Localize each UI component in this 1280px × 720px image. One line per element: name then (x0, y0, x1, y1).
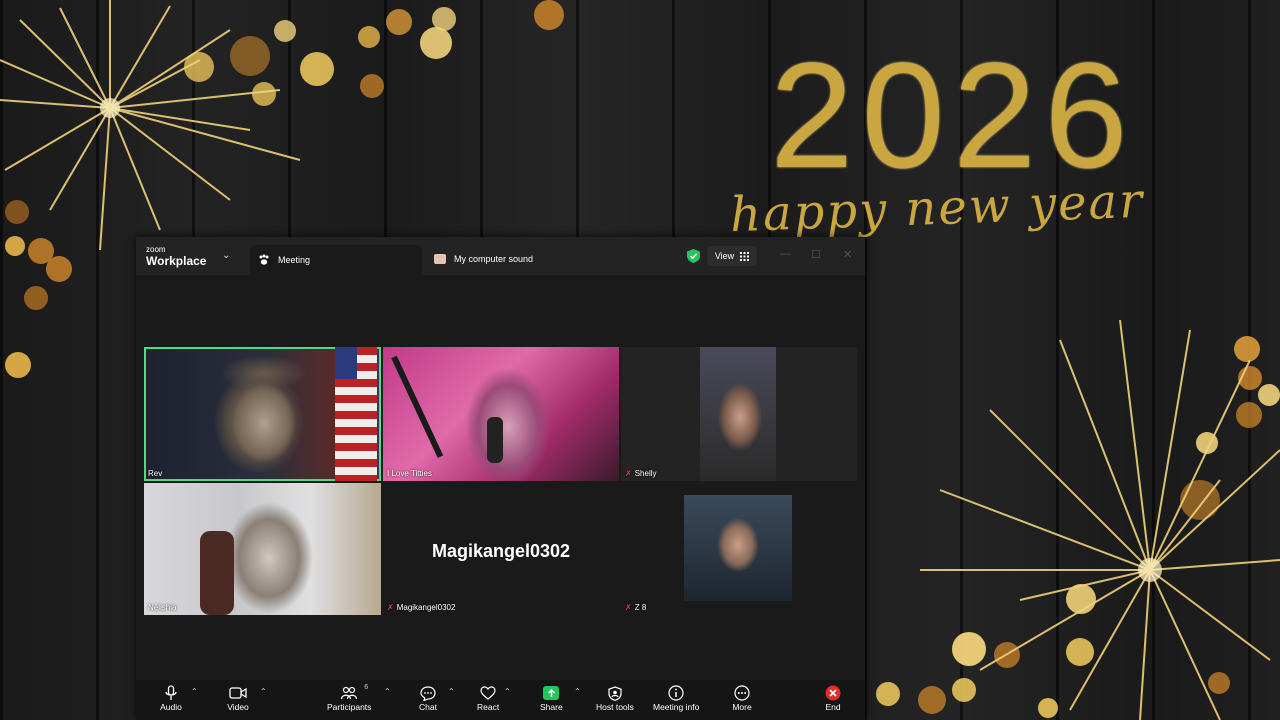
more-label: More (732, 702, 752, 712)
end-meeting-icon (825, 685, 841, 701)
firework-top-left (0, 0, 301, 251)
maximize-icon[interactable]: ☐ (811, 248, 821, 261)
host-shield-icon (608, 685, 622, 701)
tab-computer-sound[interactable]: My computer sound (434, 249, 533, 269)
tab-meeting-label: Meeting (278, 255, 311, 265)
close-icon[interactable]: ✕ (843, 248, 852, 261)
participant-name: ✗ Z 8 (625, 603, 647, 612)
paw-icon (259, 254, 269, 265)
share-button[interactable]: Share (540, 684, 563, 712)
mic-muted-icon: ✗ (387, 603, 394, 612)
z8-video-feed (684, 495, 792, 601)
video-tile-nelishia[interactable]: Nelishia (144, 483, 381, 615)
react-button[interactable]: React (477, 684, 499, 712)
video-camera-icon (229, 687, 247, 699)
title-bar: zoom Workplace ⌄ Meeting My computer sou… (136, 237, 865, 275)
share-label: Share (540, 702, 563, 712)
host-tools-button[interactable]: Host tools (596, 684, 634, 712)
participant-name: Nelishia (148, 603, 177, 612)
participant-name: Rev (148, 469, 163, 478)
video-button[interactable]: Video (227, 684, 249, 712)
chat-button[interactable]: Chat (417, 684, 439, 712)
tab-meeting[interactable]: Meeting (250, 245, 422, 275)
react-caret-icon[interactable]: ⌃ (504, 687, 511, 696)
share-caret-icon[interactable]: ⌃ (574, 687, 581, 696)
audio-button[interactable]: Audio (160, 684, 182, 712)
video-tile-z8[interactable]: ✗ Z 8 (621, 483, 857, 615)
host-tools-label: Host tools (596, 702, 634, 712)
tab-sound-label: My computer sound (454, 254, 534, 264)
brand-small: zoom (146, 245, 166, 254)
mic-muted-icon: ✗ (625, 603, 632, 612)
meeting-toolbar: Audio ⌃ Video ⌃ 6 Participants ⌃ Chat ⌃ … (136, 680, 865, 720)
video-label: Video (227, 702, 249, 712)
shield-check-icon[interactable] (687, 249, 700, 263)
info-icon (668, 685, 684, 701)
chevron-down-icon[interactable]: ⌄ (222, 250, 230, 261)
person-rev (214, 353, 314, 481)
audio-label: Audio (160, 702, 182, 712)
end-button[interactable]: End (822, 684, 844, 712)
firework-bottom-right (920, 319, 1280, 720)
participant-name: ✗ Shelly (625, 469, 657, 478)
react-label: React (477, 702, 500, 712)
participant-display-name: Magikangel0302 (431, 541, 571, 561)
grid-icon (740, 251, 750, 261)
meeting-info-button[interactable]: Meeting info (653, 684, 699, 712)
chair-decoration (200, 531, 234, 615)
participants-caret-icon[interactable]: ⌃ (384, 687, 391, 696)
zoom-window: zoom Workplace ⌄ Meeting My computer sou… (136, 237, 865, 720)
share-screen-icon (543, 686, 560, 700)
mic-muted-icon: ✗ (625, 469, 632, 478)
meeting-info-label: Meeting info (653, 702, 700, 712)
chat-icon (420, 685, 436, 701)
new-year-year: 2026 (770, 31, 1136, 199)
more-icon (734, 685, 750, 701)
video-tile-i-love-titties[interactable]: I Love Titties (383, 347, 619, 481)
minimize-icon[interactable]: — (780, 248, 791, 260)
view-button[interactable]: View (707, 246, 757, 266)
video-caret-icon[interactable]: ⌃ (260, 687, 267, 696)
shelly-video-feed (700, 347, 776, 481)
video-tile-shelly[interactable]: ✗ Shelly (621, 347, 857, 481)
microphone-icon (165, 685, 177, 700)
microphone-head (487, 417, 503, 463)
computer-sound-icon (434, 254, 446, 264)
video-tile-magikangel[interactable]: Magikangel0302 ✗ Magikangel0302 (383, 483, 619, 615)
flag-canton (335, 347, 357, 379)
microphone-decoration (391, 355, 444, 458)
chat-caret-icon[interactable]: ⌃ (448, 687, 455, 696)
participants-label: Participants (327, 702, 372, 712)
end-label: End (825, 702, 841, 712)
participant-name: I Love Titties (387, 469, 432, 478)
participants-button[interactable]: 6 Participants (327, 684, 371, 712)
more-button[interactable]: More (731, 684, 753, 712)
participants-count: 6 (364, 684, 369, 691)
video-tile-rev[interactable]: Rev (144, 347, 381, 481)
participant-name: ✗ Magikangel0302 (387, 603, 456, 612)
audio-caret-icon[interactable]: ⌃ (191, 687, 198, 696)
view-label: View (714, 251, 735, 261)
zoom-workplace-logo[interactable]: zoom Workplace (146, 245, 207, 268)
brand-name: Workplace (146, 254, 207, 268)
chat-label: Chat (419, 702, 437, 712)
heart-icon (480, 686, 496, 700)
participants-icon (341, 686, 358, 700)
